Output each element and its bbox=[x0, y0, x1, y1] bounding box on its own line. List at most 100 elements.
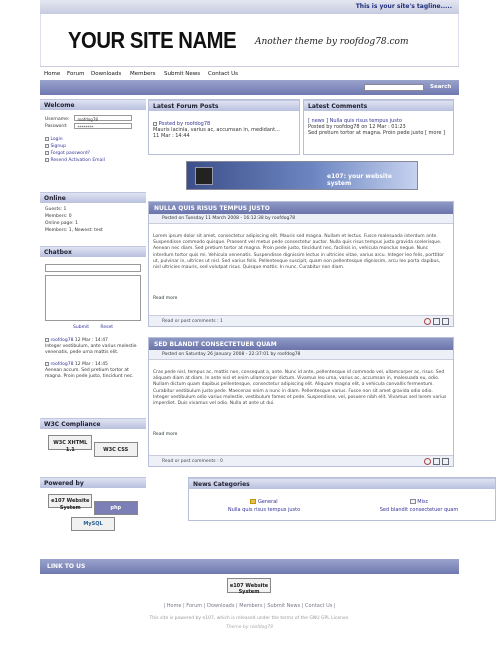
powered-box: Powered by e107 Website System php MySQL bbox=[40, 477, 146, 558]
folder-icon bbox=[250, 499, 257, 504]
tagline-bar: This is your site's tagline..... bbox=[40, 0, 459, 14]
css-badge[interactable]: W3C CSS bbox=[93, 442, 138, 457]
e107-banner[interactable]: e107: your website system bbox=[186, 161, 418, 190]
news-body: Lorem ipsum dolor sit amet, consectetur … bbox=[153, 234, 444, 271]
nav-downloads[interactable]: Downloads bbox=[91, 71, 121, 77]
online-line: Guests: 1 bbox=[45, 207, 67, 212]
login-link[interactable]: Login bbox=[50, 137, 62, 142]
news-title[interactable]: SED BLANDIT CONSECTETUER QUAM bbox=[149, 338, 453, 350]
chatbox: Chatbox Submit Reset roofdog78 12 Mar : … bbox=[40, 246, 146, 407]
chat-submit-button[interactable]: Submit bbox=[73, 325, 89, 330]
latest-comments-box: Latest Comments [ news ] Nulla quis risu… bbox=[303, 99, 454, 155]
nav-contact-us[interactable]: Contact Us bbox=[208, 71, 238, 77]
news-comments-link[interactable]: Read or post comments : 1 bbox=[162, 319, 223, 324]
footer-text: This site is powered by e107, which is r… bbox=[149, 616, 350, 621]
forum-posts-box: Latest Forum Posts Posted by roofdog78 M… bbox=[148, 99, 300, 155]
news-item: NULLA QUIS RISUS TEMPUS JUSTO Posted on … bbox=[148, 201, 454, 327]
category-link[interactable]: Sed blandit consectetuer quam bbox=[349, 506, 489, 514]
mysql-badge[interactable]: MySQL bbox=[71, 517, 115, 531]
chat-text: Aenean accum. Sed pretium tortor at magn… bbox=[45, 368, 134, 379]
online-title: Online bbox=[40, 192, 146, 203]
print-icon[interactable] bbox=[442, 458, 449, 465]
welcome-box: Welcome Username: roofdog78 Password: **… bbox=[40, 99, 146, 192]
online-box: Online Guests: 1 Members: 0 Online page:… bbox=[40, 192, 146, 243]
chat-text: Integer vestibulum, ante varius molestie… bbox=[45, 344, 137, 355]
forum-posts-title: Latest Forum Posts bbox=[149, 100, 299, 111]
nav-forum[interactable]: Forum bbox=[67, 71, 84, 77]
chat-icon bbox=[45, 337, 49, 342]
bullet-icon bbox=[45, 143, 49, 148]
chat-time: 12 Mar : 14:45 bbox=[74, 362, 108, 367]
chat-time: 12 Mar : 14:47 bbox=[74, 338, 108, 343]
resend-activation-link[interactable]: Resend Activation Email bbox=[50, 158, 104, 163]
search-button[interactable]: Search bbox=[430, 84, 451, 90]
online-line: Members: 1, Newest: test bbox=[45, 228, 103, 233]
footer-theme: Theme by roofdog78 bbox=[225, 625, 274, 630]
username-label: Username: bbox=[45, 116, 70, 122]
chat-user[interactable]: roofdog78 bbox=[50, 338, 73, 343]
banner-text: e107: your website system bbox=[327, 173, 392, 187]
chat-icon bbox=[45, 361, 49, 366]
site-header: YOUR SITE NAME Another theme by roofdog7… bbox=[40, 14, 459, 66]
category-name[interactable]: General bbox=[258, 499, 278, 505]
php-badge[interactable]: php bbox=[93, 501, 138, 515]
news-body: Cras pede nisl, tempus ac, mattis non, c… bbox=[153, 370, 447, 407]
username-field[interactable]: roofdog78 bbox=[74, 115, 133, 122]
chat-message-area[interactable] bbox=[45, 275, 141, 321]
site-name[interactable]: YOUR SITE NAME bbox=[68, 27, 237, 54]
print-icon[interactable] bbox=[442, 318, 449, 325]
email-icon[interactable] bbox=[433, 318, 440, 325]
email-icon[interactable] bbox=[433, 458, 440, 465]
online-line: Online page: 1 bbox=[45, 221, 78, 226]
news-meta: Posted on Saturday 26 January 2008 - 22:… bbox=[149, 350, 453, 360]
signup-link[interactable]: Signup bbox=[50, 144, 66, 149]
online-line: Members: 0 bbox=[45, 214, 72, 219]
category-name[interactable]: Misc bbox=[417, 499, 428, 505]
password-field[interactable]: ******** bbox=[74, 122, 133, 130]
forum-post-date: 11 Mar : 14:44 bbox=[153, 133, 190, 139]
comment-text: Sed pretium tortor at magna. Proin pede … bbox=[308, 130, 446, 136]
news-meta: Posted on Tuesday 11 March 2008 - 16:12:… bbox=[149, 214, 453, 224]
news-title[interactable]: NULLA QUIS RISUS TEMPUS JUSTO bbox=[149, 202, 453, 214]
comment-icon[interactable] bbox=[424, 458, 431, 465]
main-nav: Home Forum Downloads Members Submit News… bbox=[40, 66, 459, 80]
news-categories-box: News Categories General Nulla quis risus… bbox=[188, 477, 496, 521]
welcome-title: Welcome bbox=[40, 99, 146, 110]
w3c-title: W3C Compliance bbox=[40, 418, 146, 429]
news-categories-title: News Categories bbox=[189, 478, 495, 489]
site-tagline: This is your site's tagline..... bbox=[355, 3, 452, 10]
link-to-us-badge[interactable]: e107 Website System bbox=[227, 578, 271, 595]
category-link[interactable]: Nulla quis risus tempus justo bbox=[204, 506, 324, 514]
cube-icon bbox=[195, 167, 213, 185]
nav-members[interactable]: Members bbox=[130, 71, 156, 77]
forgot-password-link[interactable]: Forgot password? bbox=[50, 151, 90, 156]
misc-icon bbox=[409, 499, 416, 504]
page: This is your site's tagline..... YOUR SI… bbox=[40, 0, 496, 646]
latest-comments-title: Latest Comments bbox=[304, 100, 453, 111]
powered-title: Powered by bbox=[40, 477, 146, 488]
password-label: Password: bbox=[45, 124, 68, 129]
link-to-us-bar: LINK TO US bbox=[40, 559, 459, 574]
search-bar: Search bbox=[40, 80, 459, 95]
bullet-icon bbox=[45, 150, 49, 155]
post-icon bbox=[153, 121, 157, 126]
news-item: SED BLANDIT CONSECTETUER QUAM Posted on … bbox=[148, 337, 454, 467]
xhtml-badge[interactable]: W3C XHTML 1.1 bbox=[48, 435, 93, 453]
bullet-icon bbox=[45, 136, 49, 141]
comment-icon[interactable] bbox=[424, 318, 431, 325]
nav-submit-news[interactable]: Submit News bbox=[164, 71, 200, 77]
nav-home[interactable]: Home bbox=[44, 71, 60, 77]
read-more-link[interactable]: Read more bbox=[149, 296, 453, 304]
chatbox-title: Chatbox bbox=[40, 246, 146, 257]
footer-nav[interactable]: | Home | Forum | Downloads | Members | S… bbox=[40, 603, 459, 609]
w3c-box: W3C Compliance W3C XHTML 1.1 W3C CSS bbox=[40, 418, 146, 477]
chat-input[interactable] bbox=[45, 264, 141, 272]
e107-badge[interactable]: e107 Website System bbox=[48, 494, 93, 511]
site-subtitle: Another theme by roofdog78.com bbox=[255, 37, 409, 47]
search-input[interactable] bbox=[364, 84, 424, 91]
chat-reset-button[interactable]: Reset bbox=[100, 325, 113, 330]
bullet-icon bbox=[45, 157, 49, 162]
read-more-link[interactable]: Read more bbox=[149, 432, 453, 440]
news-comments-link[interactable]: Read or post comments : 0 bbox=[162, 459, 223, 464]
chat-user[interactable]: roofdog78 bbox=[50, 362, 73, 367]
